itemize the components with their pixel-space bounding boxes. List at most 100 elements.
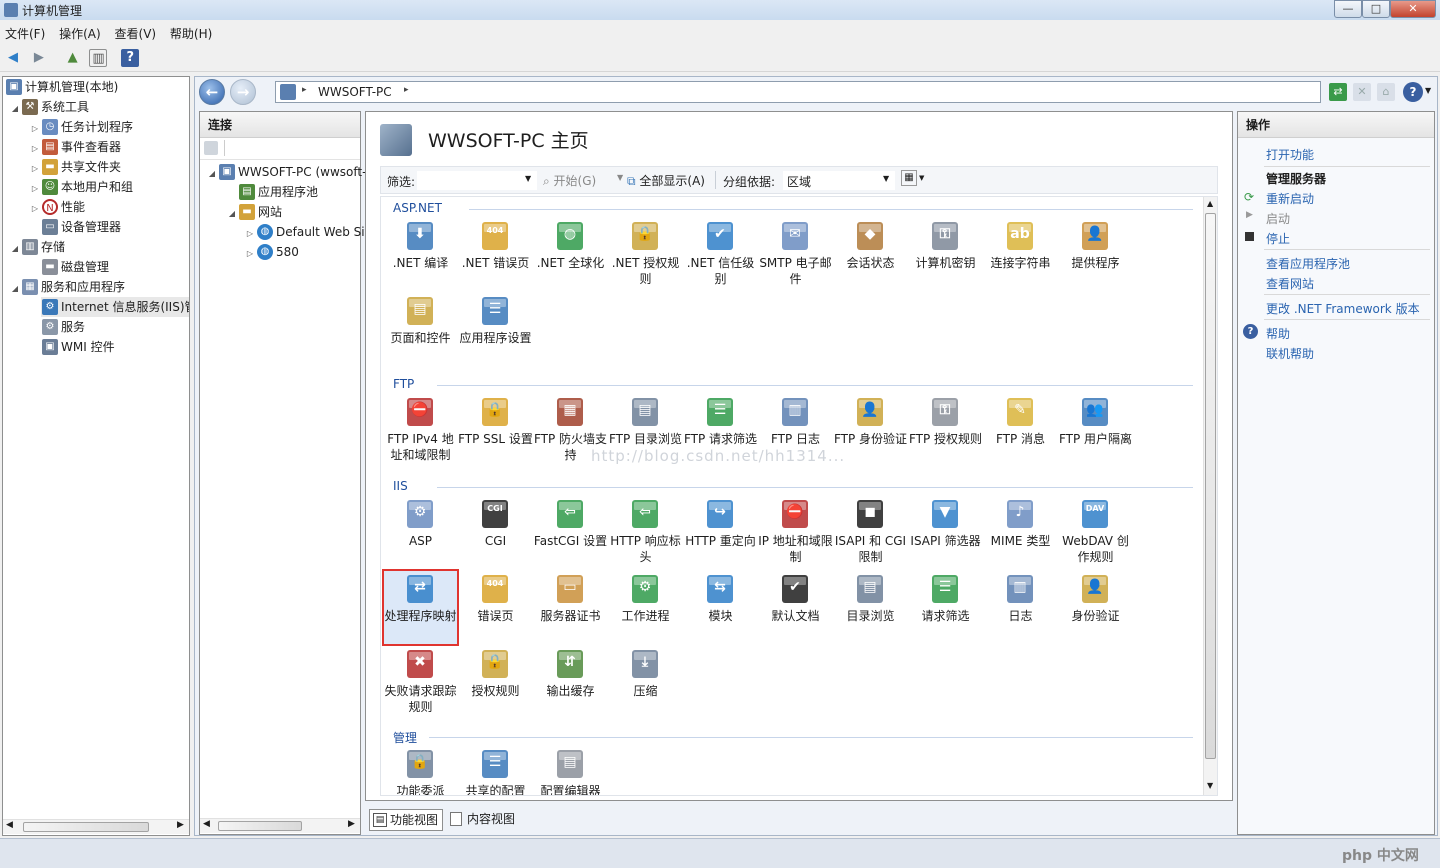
feature-item[interactable]: 👤 提供程序 — [1058, 217, 1133, 292]
view-switch-icon[interactable]: ▦ — [901, 170, 917, 186]
feature-item[interactable]: ⚿ FTP 授权规则 — [908, 393, 983, 468]
feature-item[interactable]: 🔒 FTP SSL 设置 — [458, 393, 533, 468]
collapse-triangle-icon[interactable]: ◢ — [206, 164, 218, 184]
refresh-icon[interactable]: ⇄ — [1329, 83, 1347, 101]
feature-item[interactable]: ☰ 请求筛选 — [908, 570, 983, 645]
scrollbar-thumb[interactable] — [218, 821, 302, 831]
action-view-sites[interactable]: 查看网站 — [1266, 275, 1314, 292]
minimize-button[interactable]: — — [1334, 0, 1362, 18]
tab-content-view[interactable]: 内容视图 — [447, 809, 523, 831]
tree-item-services-apps[interactable]: ◢ ▦ 服务和应用程序 — [9, 277, 125, 297]
tree-item-computer-management[interactable]: ▣ 计算机管理(本地) — [5, 77, 118, 97]
feature-item[interactable]: CGI CGI — [458, 495, 533, 570]
feature-item[interactable]: ⛔ IP 地址和域限制 — [758, 495, 833, 570]
chevron-down-icon[interactable]: ▼ — [617, 173, 623, 182]
forward-button[interactable]: → — [230, 79, 256, 105]
feature-item[interactable]: ✔ .NET 信任级别 — [683, 217, 758, 292]
connection-site-580[interactable]: ▷ ◍ 580 — [244, 242, 299, 262]
feature-item[interactable]: ▥ 日志 — [983, 570, 1058, 645]
feature-item[interactable]: ⚿ 计算机密钥 — [908, 217, 983, 292]
tree-item-disk-management[interactable]: ▬ 磁盘管理 — [41, 257, 109, 277]
feature-item[interactable]: ✎ FTP 消息 — [983, 393, 1058, 468]
action-help[interactable]: 帮助 — [1266, 325, 1290, 342]
action-stop[interactable]: 停止 — [1266, 230, 1290, 247]
feature-item[interactable]: ✉ SMTP 电子邮件 — [758, 217, 833, 292]
feature-item[interactable]: 👤 身份验证 — [1058, 570, 1133, 645]
feature-item[interactable]: ⚙ 工作进程 — [608, 570, 683, 645]
feature-item[interactable]: ☰ 应用程序设置 — [458, 292, 533, 367]
expand-triangle-icon[interactable]: ▷ — [29, 159, 41, 179]
create-connection-icon[interactable] — [204, 141, 218, 155]
menu-action[interactable]: 操作(A) — [54, 22, 106, 45]
connection-sites[interactable]: ◢ ▬ 网站 — [226, 202, 282, 222]
action-online-help[interactable]: 联机帮助 — [1266, 345, 1314, 362]
expand-triangle-icon[interactable]: ▷ — [244, 244, 256, 264]
scroll-right-arrow-icon[interactable]: ▶ — [177, 820, 184, 830]
chevron-down-icon[interactable]: ▼ — [883, 174, 889, 183]
feature-item[interactable]: ◆ 会话状态 — [833, 217, 908, 292]
collapse-triangle-icon[interactable]: ◢ — [9, 279, 21, 299]
show-all-button[interactable]: ⧉ 全部显示(A) — [627, 172, 705, 189]
feature-item[interactable]: ◼ ISAPI 和 CGI 限制 — [833, 495, 908, 570]
feature-item[interactable]: ⛔ FTP IPv4 地址和域限制 — [383, 393, 458, 468]
features-vertical-scrollbar[interactable]: ▲ ▼ — [1203, 197, 1217, 795]
feature-item[interactable]: ♪ MIME 类型 — [983, 495, 1058, 570]
feature-item[interactable]: DAV WebDAV 创作规则 — [1058, 495, 1133, 570]
connection-default-web-site[interactable]: ▷ ◍ Default Web Site — [244, 222, 377, 242]
forward-arrow-icon[interactable]: ▶ — [30, 49, 48, 67]
up-folder-icon[interactable]: ▲ — [64, 49, 82, 67]
action-open-feature[interactable]: 打开功能 — [1266, 146, 1314, 163]
feature-item[interactable]: ☰ 共享的配置 — [458, 745, 533, 795]
group-by-select[interactable]: 区域 ▼ — [783, 171, 895, 190]
menu-file[interactable]: 文件(F) — [0, 22, 50, 45]
feature-item[interactable]: ab 连接字符串 — [983, 217, 1058, 292]
action-view-app-pools[interactable]: 查看应用程序池 — [1266, 255, 1350, 272]
feature-item[interactable]: ↪ HTTP 重定向 — [683, 495, 758, 570]
feature-item[interactable]: ▤ 配置编辑器 — [533, 745, 608, 795]
feature-item[interactable]: ⇄ 处理程序映射 — [382, 569, 459, 646]
feature-item[interactable]: ✔ 默认文档 — [758, 570, 833, 645]
filter-input[interactable]: ▼ — [417, 171, 537, 190]
tree-item-local-users[interactable]: ▷ ☺ 本地用户和组 — [29, 177, 133, 197]
action-start[interactable]: 启动 — [1266, 210, 1290, 227]
tree-item-storage[interactable]: ◢ ▥ 存储 — [9, 237, 65, 257]
feature-item[interactable]: ⬇ .NET 编译 — [383, 217, 458, 292]
feature-item[interactable]: 👥 FTP 用户隔离 — [1058, 393, 1133, 468]
scroll-down-arrow-icon[interactable]: ▼ — [1207, 781, 1213, 790]
feature-item[interactable]: 🔒 功能委派 — [383, 745, 458, 795]
tree-item-task-scheduler[interactable]: ▷ ◷ 任务计划程序 — [29, 117, 133, 137]
show-hide-tree-icon[interactable]: ▥ — [89, 49, 108, 67]
collapse-triangle-icon[interactable]: ◢ — [9, 239, 21, 259]
expand-triangle-icon[interactable]: ▷ — [29, 139, 41, 159]
tree-item-event-viewer[interactable]: ▷ ▤ 事件查看器 — [29, 137, 121, 157]
tree-item-performance[interactable]: ▷ N 性能 — [29, 197, 85, 217]
feature-item[interactable]: ⇵ 输出缓存 — [533, 645, 608, 720]
feature-item[interactable]: ✖ 失败请求跟踪规则 — [383, 645, 458, 720]
feature-item[interactable]: 🔒 授权规则 — [458, 645, 533, 720]
feature-item[interactable]: ⤓ 压缩 — [608, 645, 683, 720]
feature-item[interactable]: ▤ 目录浏览 — [833, 570, 908, 645]
back-arrow-icon[interactable]: ◀ — [4, 49, 22, 67]
feature-item[interactable]: 404 错误页 — [458, 570, 533, 645]
feature-item[interactable]: ⇦ HTTP 响应标头 — [608, 495, 683, 570]
tree-item-device-manager[interactable]: ▭ 设备管理器 — [41, 217, 121, 237]
start-filter-button[interactable]: ⌕ 开始(G) — [543, 172, 596, 189]
tree-horizontal-scrollbar[interactable]: ◀ ▶ — [3, 819, 189, 834]
connections-horizontal-scrollbar[interactable]: ◀ ▶ — [200, 818, 360, 833]
tree-item-system-tools[interactable]: ◢ ⚒ 系统工具 — [9, 97, 89, 117]
feature-item[interactable]: ▭ 服务器证书 — [533, 570, 608, 645]
feature-item[interactable]: ⇆ 模块 — [683, 570, 758, 645]
feature-item[interactable]: 404 .NET 错误页 — [458, 217, 533, 292]
menu-view[interactable]: 查看(V) — [110, 22, 162, 45]
help-icon[interactable]: ? — [1403, 82, 1423, 102]
chevron-down-icon[interactable]: ▼ — [1425, 86, 1431, 95]
collapse-triangle-icon[interactable]: ◢ — [9, 99, 21, 119]
scroll-left-arrow-icon[interactable]: ◀ — [203, 819, 210, 829]
tree-item-iis[interactable]: ⚙ Internet 信息服务(IIS)管 — [41, 297, 189, 317]
action-change-framework[interactable]: 更改 .NET Framework 版本 — [1266, 300, 1420, 317]
address-bar[interactable]: ▸ WWSOFT-PC ▸ — [275, 81, 1321, 103]
menu-help[interactable]: 帮助(H) — [165, 22, 217, 45]
close-button[interactable]: ✕ — [1390, 0, 1436, 18]
tree-item-shared-folders[interactable]: ▷ ▬ 共享文件夹 — [29, 157, 121, 177]
breadcrumb-server[interactable]: WWSOFT-PC — [318, 85, 392, 99]
